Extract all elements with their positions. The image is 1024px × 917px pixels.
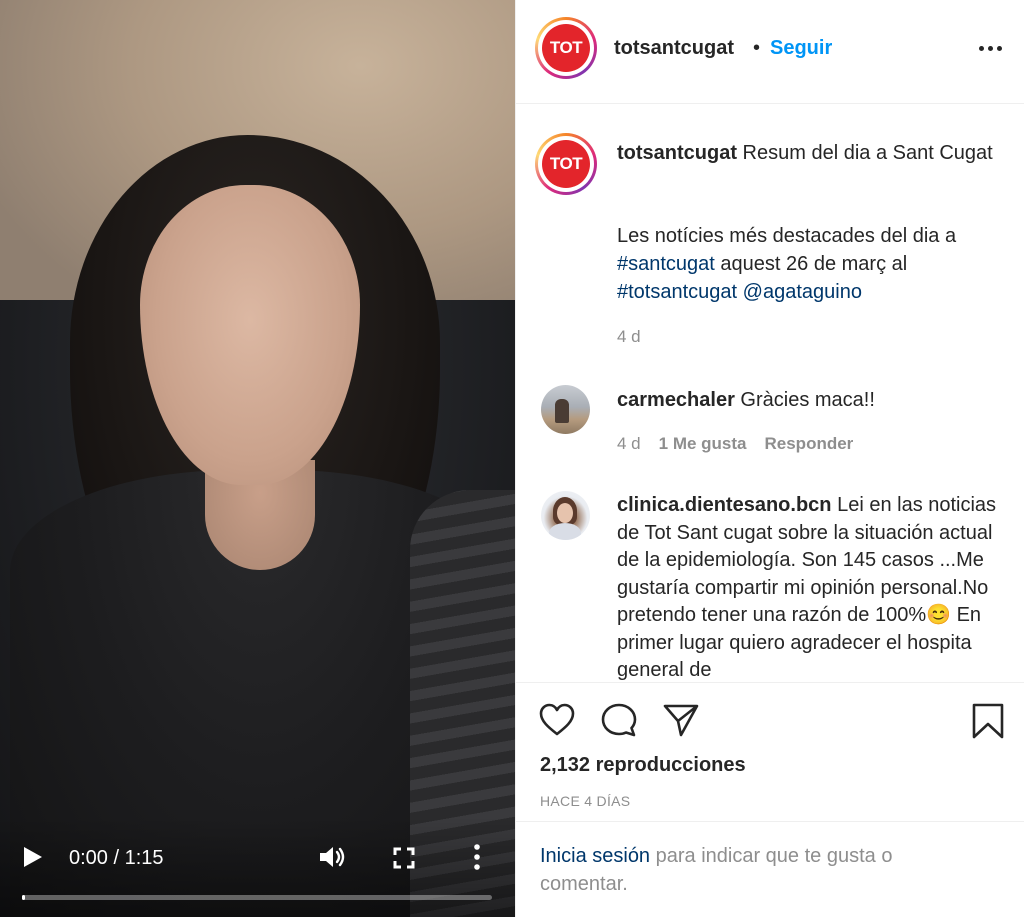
commenter-avatar[interactable] xyxy=(541,385,590,434)
login-prompt: Inicia sesión para indicar que te gusta … xyxy=(516,821,1024,917)
comment-meta: 4 d 1 Me gusta Responder xyxy=(617,434,853,454)
avatar-inner: TOT xyxy=(538,20,594,76)
avatar-figure xyxy=(555,399,569,423)
comment-body: Gràcies maca!! xyxy=(734,389,875,411)
fullscreen-icon[interactable] xyxy=(392,846,416,870)
follow-button[interactable]: Seguir xyxy=(770,37,832,60)
comment-username[interactable]: clinica.dientesano.bcn xyxy=(617,494,832,516)
caption-title: totsantcugat Resum del dia a Sant Cugat xyxy=(617,140,1002,167)
play-icon[interactable] xyxy=(22,845,44,869)
comment-timestamp[interactable]: 4 d xyxy=(617,434,641,453)
avatar-face xyxy=(557,503,573,523)
video-time: 0:00 / 1:15 xyxy=(69,847,164,869)
comment-body: Lei en las noticias de Tot Sant cugat so… xyxy=(617,494,997,681)
comment-username[interactable]: carmechaler xyxy=(617,389,735,411)
caption-avatar[interactable]: TOT xyxy=(535,133,597,195)
video-controls: 0:00 / 1:15 xyxy=(0,817,515,917)
caption-timestamp[interactable]: 4 d xyxy=(617,327,641,347)
dot xyxy=(997,46,1002,51)
separator-dot: • xyxy=(753,37,761,59)
caption-body-middle: aquest 26 de març al xyxy=(714,253,908,275)
dot xyxy=(988,46,993,51)
post-timestamp[interactable]: HACE 4 DÍAS xyxy=(540,793,630,809)
avatar-inner: TOT xyxy=(538,136,594,192)
bookmark-icon[interactable] xyxy=(971,702,1005,740)
comment-text: carmechaler Gràcies maca!! xyxy=(617,387,1007,414)
tot-logo: TOT xyxy=(542,24,590,72)
caption-body-prefix: Les notícies més destacades del dia a xyxy=(617,225,957,247)
video-progress-track[interactable] xyxy=(22,895,492,900)
login-link[interactable]: Inicia sesión xyxy=(540,845,650,867)
mention-link[interactable]: @agataguino xyxy=(743,281,862,303)
tot-logo: TOT xyxy=(542,140,590,188)
more-vertical-icon[interactable] xyxy=(470,843,484,871)
author-avatar[interactable]: TOT xyxy=(535,17,597,79)
caption-body: Les notícies més destacades del dia a #s… xyxy=(617,222,1002,306)
dot xyxy=(979,46,984,51)
post-side-panel: TOT totsantcugat • Seguir TOT totsantcug… xyxy=(515,0,1024,917)
avatar-shirt xyxy=(549,523,581,540)
caption-username[interactable]: totsantcugat xyxy=(617,142,737,164)
video-player[interactable]: 0:00 / 1:15 xyxy=(0,0,515,917)
caption-title-text: Resum del dia a Sant Cugat xyxy=(737,142,993,164)
comment-icon[interactable] xyxy=(600,702,638,738)
author-username[interactable]: totsantcugat xyxy=(614,37,734,60)
view-count[interactable]: 2,132 reproducciones xyxy=(540,754,746,777)
comments-list[interactable]: TOT totsantcugat Resum del dia a Sant Cu… xyxy=(516,105,1024,683)
volume-icon[interactable] xyxy=(318,845,346,869)
more-horizontal-icon[interactable] xyxy=(978,38,1004,58)
video-progress-fill xyxy=(22,895,25,900)
reply-button[interactable]: Responder xyxy=(765,434,854,453)
share-icon[interactable] xyxy=(662,702,700,738)
heart-icon[interactable] xyxy=(538,702,576,738)
comment-text: clinica.dientesano.bcn Lei en las notici… xyxy=(617,492,1009,682)
hashtag-link[interactable]: #totsantcugat xyxy=(617,281,737,303)
commenter-avatar[interactable] xyxy=(541,491,590,540)
hashtag-link[interactable]: #santcugat xyxy=(617,253,715,275)
comment-likes[interactable]: 1 Me gusta xyxy=(659,434,747,453)
post-actions: 2,132 reproducciones HACE 4 DÍAS Inicia … xyxy=(516,684,1024,917)
login-text: Inicia sesión para indicar que te gusta … xyxy=(540,842,980,898)
post-header: TOT totsantcugat • Seguir xyxy=(516,0,1024,104)
